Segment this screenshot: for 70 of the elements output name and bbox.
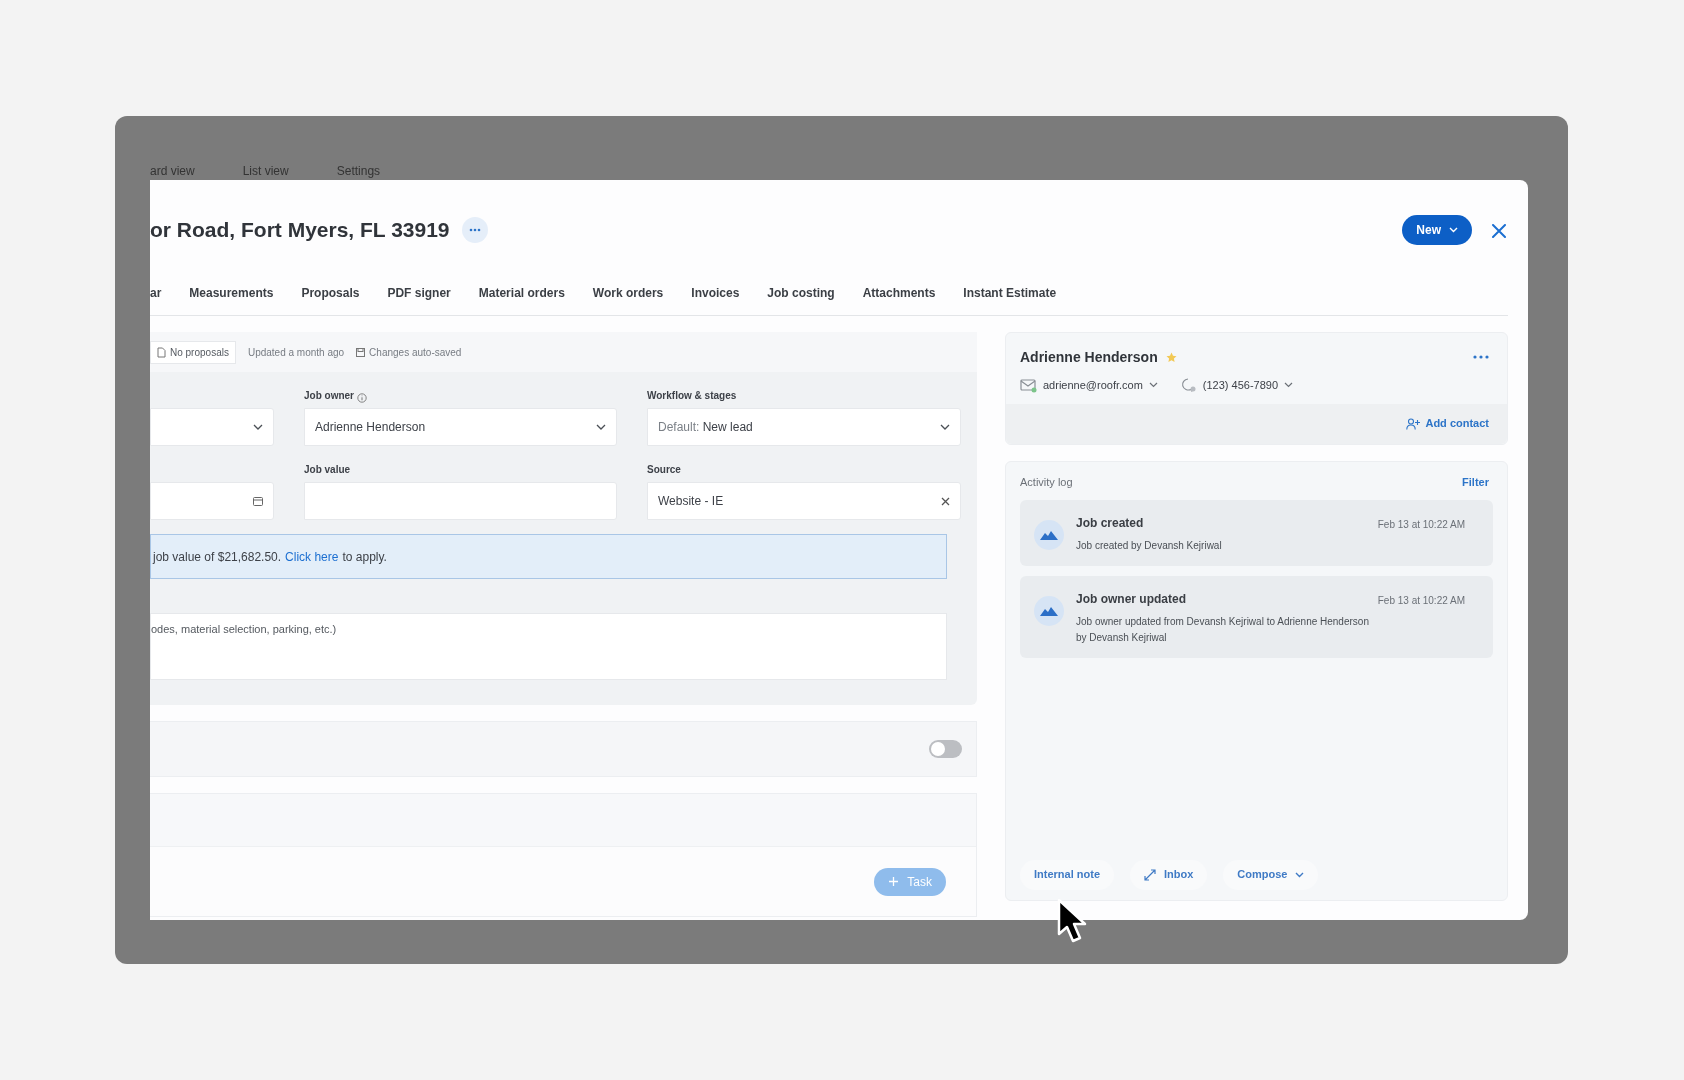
tab[interactable]: PDF signer bbox=[387, 280, 451, 306]
tab[interactable]: Measurements bbox=[189, 280, 274, 306]
input-field[interactable] bbox=[150, 408, 274, 446]
badge-text: No proposals bbox=[170, 345, 229, 360]
new-button[interactable]: New bbox=[1402, 215, 1472, 245]
input-field[interactable]: Default: New lead bbox=[647, 408, 961, 446]
star-icon[interactable] bbox=[1165, 352, 1177, 364]
add-contact-button[interactable]: Add contact bbox=[1406, 415, 1489, 432]
contact-phone[interactable]: (123) 456-7890 bbox=[1202, 377, 1279, 394]
tab[interactable]: ar bbox=[150, 280, 162, 306]
field-label: Source bbox=[647, 463, 681, 477]
entry-time: Feb 13 at 10:22 AM bbox=[1377, 594, 1465, 608]
notes-field[interactable]: odes, material selection, parking, etc.) bbox=[150, 613, 947, 680]
logo-avatar bbox=[1034, 596, 1064, 626]
entry-time: Feb 13 at 10:22 AM bbox=[1377, 518, 1465, 532]
tab[interactable]: Work orders bbox=[592, 280, 664, 306]
save-icon bbox=[356, 347, 366, 357]
field-label: Job owner bbox=[304, 389, 354, 403]
expand-icon bbox=[1144, 868, 1156, 881]
more-icon bbox=[468, 228, 481, 232]
close-icon bbox=[1492, 223, 1506, 238]
input-field[interactable] bbox=[150, 482, 274, 520]
tab[interactable]: Invoices bbox=[691, 280, 740, 306]
background-tab-label: List view bbox=[242, 163, 289, 180]
input-field[interactable]: Website - IE bbox=[647, 482, 961, 520]
action-button[interactable]: Inbox bbox=[1130, 859, 1208, 890]
tab[interactable]: Job costing bbox=[767, 280, 835, 306]
contact-email[interactable]: adrienne@roofr.com bbox=[1043, 377, 1143, 394]
tab[interactable]: Attachments bbox=[862, 280, 936, 306]
action-button[interactable]: Internal note bbox=[1020, 859, 1114, 890]
chevron-icon bbox=[940, 424, 950, 430]
chevron-icon bbox=[596, 424, 606, 430]
action-button[interactable]: Compose bbox=[1223, 859, 1319, 890]
tab[interactable]: Instant Estimate bbox=[963, 280, 1057, 306]
tab[interactable]: Proposals bbox=[301, 280, 360, 306]
tab[interactable]: Material orders bbox=[478, 280, 565, 306]
chevron-icon bbox=[253, 424, 263, 430]
updated-text: Updated a month ago bbox=[247, 345, 345, 360]
apply-link[interactable]: Click here bbox=[285, 547, 339, 566]
filter-link[interactable]: Filter bbox=[1462, 473, 1489, 490]
field-label: Job value bbox=[304, 463, 351, 477]
autosave-text: Changes auto-saved bbox=[369, 345, 462, 360]
entry-title: Job owner updated bbox=[1076, 591, 1186, 608]
clear-icon[interactable] bbox=[941, 496, 950, 506]
entry-text: Job owner updated from Devansh Kejriwal to Adrienne Henderson by Devansh Kejriwal bbox=[1076, 615, 1370, 645]
input-field[interactable] bbox=[304, 482, 617, 520]
caret-icon[interactable] bbox=[1148, 382, 1158, 389]
entry-title: Job created bbox=[1076, 515, 1144, 532]
input-field[interactable]: Adrienne Henderson bbox=[304, 408, 617, 446]
background-tab-label: ard view bbox=[150, 163, 195, 180]
background-tab-label: Settings bbox=[336, 163, 381, 180]
caret-icon[interactable] bbox=[1284, 382, 1294, 389]
info-icon[interactable] bbox=[357, 393, 367, 403]
toggle-switch[interactable] bbox=[929, 740, 962, 758]
mail-icon bbox=[1020, 377, 1037, 393]
field-label: Workflow & stages bbox=[647, 389, 737, 403]
contact-name: Adrienne Henderson bbox=[1020, 347, 1158, 367]
logo-avatar bbox=[1034, 520, 1064, 550]
entry-text: Job created by Devansh Kejriwal bbox=[1076, 539, 1223, 553]
add-person-icon bbox=[1406, 417, 1422, 430]
caret-icon bbox=[1449, 227, 1458, 233]
section-title: Activity log bbox=[1020, 474, 1073, 490]
document-icon bbox=[157, 346, 166, 358]
calendar-icon bbox=[253, 496, 263, 506]
caret-icon bbox=[1295, 871, 1305, 878]
more-button[interactable] bbox=[461, 217, 488, 243]
notice-banner: job value of $21,682.50. Click here to apply. bbox=[150, 534, 947, 579]
job-title: or Road, Fort Myers, FL 33919 bbox=[150, 217, 450, 243]
more-icon[interactable] bbox=[1473, 355, 1489, 359]
plus-icon bbox=[888, 876, 900, 887]
